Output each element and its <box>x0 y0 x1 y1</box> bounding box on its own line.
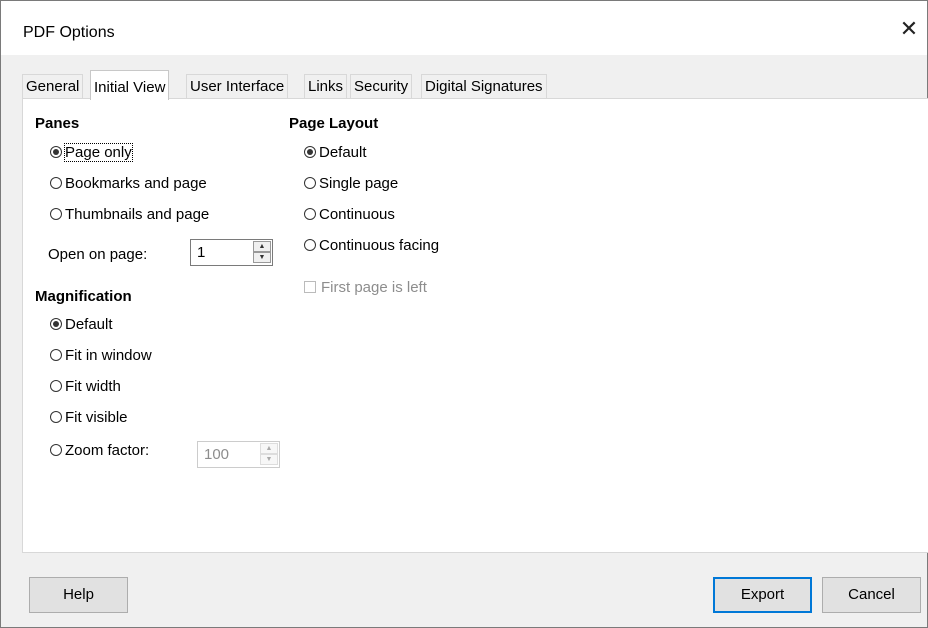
title-bar: PDF Options ✕ <box>1 1 927 55</box>
radio-label: Fit visible <box>65 409 128 426</box>
radio-layout-default[interactable]: Default <box>304 144 367 161</box>
first-page-is-left-checkbox[interactable]: First page is left <box>304 279 427 296</box>
radio-label: Bookmarks and page <box>65 175 207 192</box>
radio-fit-visible[interactable]: Fit visible <box>50 409 128 426</box>
radio-indicator <box>304 208 316 220</box>
spin-up-icon[interactable]: ▲ <box>253 241 271 252</box>
radio-label: Fit in window <box>65 347 152 364</box>
radio-continuous-facing[interactable]: Continuous facing <box>304 237 439 254</box>
radio-mag-default[interactable]: Default <box>50 316 113 333</box>
radio-label: Continuous facing <box>319 237 440 254</box>
radio-indicator <box>50 411 62 423</box>
page-layout-heading: Page Layout <box>289 115 379 132</box>
spin-down-icon[interactable]: ▼ <box>260 454 278 465</box>
radio-continuous[interactable]: Continuous <box>304 206 395 223</box>
radio-label: Fit width <box>65 378 121 395</box>
radio-label: Default <box>65 316 113 333</box>
radio-label: Continuous <box>319 206 395 223</box>
spin-buttons: ▲ ▼ <box>253 241 271 264</box>
zoom-factor-value: 100 <box>204 446 230 463</box>
radio-zoom-factor[interactable]: Zoom factor: <box>50 442 149 459</box>
close-icon[interactable]: ✕ <box>899 18 919 40</box>
tab-links[interactable]: Links <box>304 74 348 99</box>
export-button[interactable]: Export <box>713 577 812 613</box>
radio-page-only[interactable]: Page only <box>50 143 133 162</box>
panes-heading: Panes <box>35 115 80 132</box>
radio-indicator <box>50 208 62 220</box>
radio-indicator <box>50 444 62 456</box>
help-button[interactable]: Help <box>29 577 128 613</box>
spin-down-icon[interactable]: ▼ <box>253 252 271 263</box>
zoom-factor-spinbox[interactable]: 100 ▲ ▼ <box>197 441 280 468</box>
radio-indicator <box>304 239 316 251</box>
initial-view-panel: Panes Page only Bookmarks and page Thumb… <box>22 98 928 553</box>
radio-indicator <box>50 318 62 330</box>
radio-bookmarks-and-page[interactable]: Bookmarks and page <box>50 175 207 192</box>
open-on-page-label: Open on page: <box>48 246 148 263</box>
radio-indicator <box>50 146 62 158</box>
tab-digital-signatures[interactable]: Digital Signatures <box>421 74 547 99</box>
tab-security[interactable]: Security <box>350 74 413 99</box>
radio-label: Page only <box>64 143 133 162</box>
pdf-options-dialog: PDF Options ✕ General Initial View User … <box>0 0 928 628</box>
magnification-heading: Magnification <box>35 288 132 305</box>
radio-label: Thumbnails and page <box>65 206 210 223</box>
radio-label: Zoom factor: <box>65 442 150 459</box>
tab-general[interactable]: General <box>22 74 84 99</box>
checkbox-label: First page is left <box>321 279 427 296</box>
radio-fit-width[interactable]: Fit width <box>50 378 121 395</box>
radio-label: Default <box>319 144 367 161</box>
radio-indicator <box>50 380 62 392</box>
open-on-page-spinbox[interactable]: 1 ▲ ▼ <box>190 239 273 266</box>
radio-single-page[interactable]: Single page <box>304 175 398 192</box>
checkbox-indicator <box>304 281 316 293</box>
radio-fit-in-window[interactable]: Fit in window <box>50 347 152 364</box>
open-on-page-value: 1 <box>197 244 206 261</box>
radio-indicator <box>304 177 316 189</box>
radio-label: Single page <box>319 175 399 192</box>
radio-indicator <box>50 349 62 361</box>
spin-up-icon[interactable]: ▲ <box>260 443 278 454</box>
radio-indicator <box>304 146 316 158</box>
radio-thumbnails-and-page[interactable]: Thumbnails and page <box>50 206 209 223</box>
cancel-button[interactable]: Cancel <box>822 577 921 613</box>
dialog-title: PDF Options <box>23 24 115 41</box>
tab-user-interface[interactable]: User Interface <box>186 74 289 99</box>
radio-indicator <box>50 177 62 189</box>
tab-initial-view[interactable]: Initial View <box>90 70 170 100</box>
spin-buttons: ▲ ▼ <box>260 443 278 466</box>
